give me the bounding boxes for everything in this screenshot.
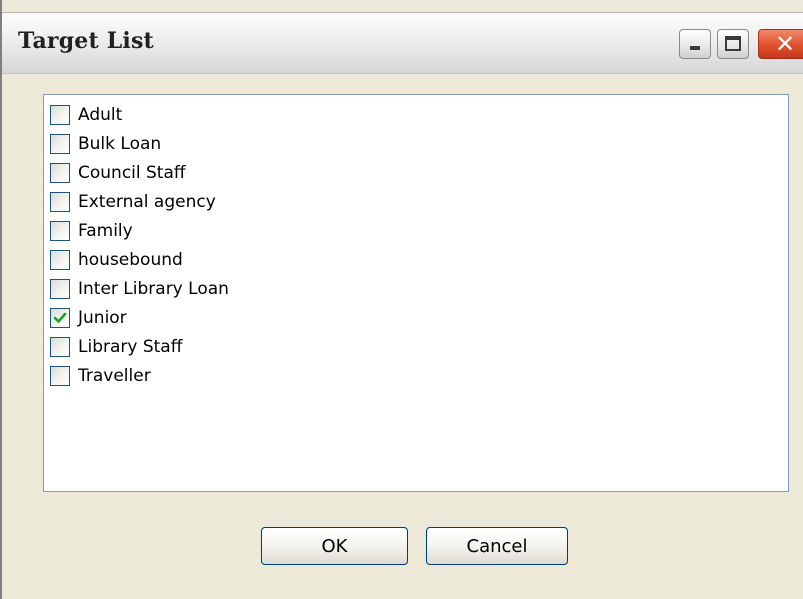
- maximize-button[interactable]: [717, 29, 749, 59]
- list-item[interactable]: Inter Library Loan: [50, 274, 229, 303]
- list-item[interactable]: Adult: [50, 100, 122, 129]
- checkbox[interactable]: [50, 220, 70, 241]
- list-item[interactable]: Bulk Loan: [50, 129, 161, 158]
- title-bar[interactable]: Target List ✕: [2, 12, 803, 74]
- list-item[interactable]: Junior: [50, 303, 127, 332]
- list-item-label: Junior: [78, 307, 127, 328]
- checkbox[interactable]: [50, 191, 70, 212]
- list-item[interactable]: Traveller: [50, 361, 151, 390]
- list-item[interactable]: External agency: [50, 187, 216, 216]
- close-button[interactable]: ✕: [758, 29, 803, 59]
- list-item-label: External agency: [78, 191, 216, 212]
- checkbox[interactable]: [50, 365, 70, 386]
- checkbox[interactable]: [50, 249, 70, 270]
- list-item-label: Traveller: [78, 365, 151, 386]
- list-item-label: Council Staff: [78, 162, 186, 183]
- list-item-label: Library Staff: [78, 336, 183, 357]
- list-item-label: housebound: [78, 249, 183, 270]
- minimize-button[interactable]: [679, 29, 711, 59]
- checkbox[interactable]: [50, 133, 70, 154]
- minimize-icon: [690, 46, 700, 50]
- list-item[interactable]: Library Staff: [50, 332, 182, 361]
- check-mark-icon: [53, 312, 67, 323]
- close-icon: ✕: [775, 30, 796, 58]
- window-title: Target List: [18, 28, 154, 54]
- ok-button[interactable]: OK: [261, 527, 408, 565]
- list-item[interactable]: Council Staff: [50, 158, 186, 187]
- target-listbox[interactable]: Adult Bulk Loan Council Staff External a…: [43, 94, 789, 492]
- list-item[interactable]: Family: [50, 216, 133, 245]
- checkbox[interactable]: [50, 278, 70, 299]
- cancel-button[interactable]: Cancel: [426, 527, 568, 565]
- checkbox[interactable]: [50, 336, 70, 357]
- list-item-label: Inter Library Loan: [78, 278, 229, 299]
- checkbox[interactable]: [50, 162, 70, 183]
- list-item-label: Adult: [78, 104, 123, 125]
- list-item[interactable]: housebound: [50, 245, 183, 274]
- list-item-label: Bulk Loan: [78, 133, 162, 154]
- target-list-dialog: Target List ✕ Adult Bulk Loan Council St…: [0, 0, 803, 599]
- maximize-icon: [725, 36, 741, 51]
- list-item-label: Family: [78, 220, 133, 241]
- checkbox[interactable]: [50, 104, 70, 125]
- checkbox[interactable]: [50, 307, 70, 328]
